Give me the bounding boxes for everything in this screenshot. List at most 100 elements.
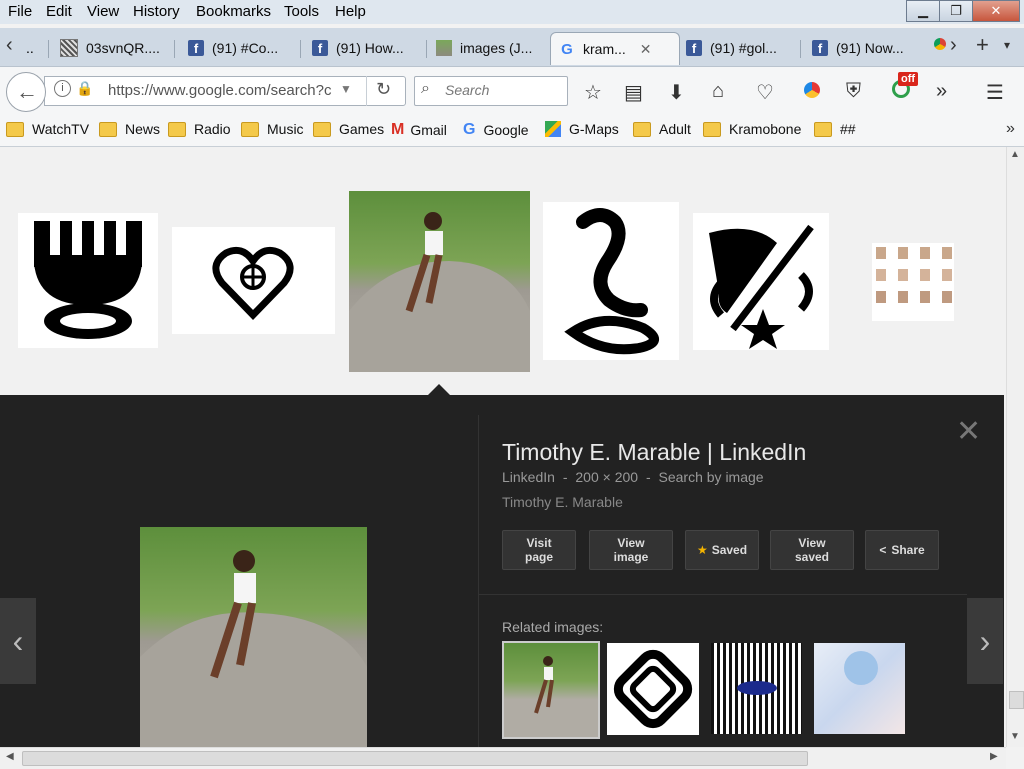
- related-image-4[interactable]: [814, 643, 905, 734]
- view-saved-button[interactable]: View saved: [770, 530, 854, 570]
- pocket-icon[interactable]: ♡: [756, 80, 774, 105]
- saved-button[interactable]: ★ Saved: [685, 530, 759, 570]
- bookmark-label: Adult: [659, 121, 691, 137]
- star-icon: ★: [696, 543, 708, 557]
- search-input[interactable]: ⌕ Search: [414, 76, 568, 106]
- tab-qr[interactable]: 03svnQR....: [60, 32, 170, 64]
- bookmark-gmaps[interactable]: G-Maps: [545, 121, 619, 137]
- scroll-left-icon[interactable]: ◀: [6, 751, 14, 762]
- view-image-button[interactable]: View image: [589, 530, 673, 570]
- bookmark-watchtv[interactable]: WatchTV: [6, 121, 89, 137]
- tab-facebook-1[interactable]: f (91) #Co...: [188, 32, 298, 64]
- person-on-rock-photo: [140, 550, 367, 747]
- bookmark-games[interactable]: Games: [313, 121, 384, 137]
- meta-sep: -: [562, 469, 568, 485]
- bookmark-label: Google: [483, 122, 529, 138]
- bookmark-radio[interactable]: Radio: [168, 121, 231, 137]
- detail-title[interactable]: Timothy E. Marable | LinkedIn: [502, 439, 806, 466]
- visit-page-button[interactable]: Visit page: [502, 530, 576, 570]
- info-icon[interactable]: i: [54, 80, 71, 97]
- bookmark-star-icon[interactable]: ☆: [584, 80, 602, 105]
- share-button[interactable]: < Share: [865, 530, 939, 570]
- scroll-right-icon[interactable]: ▶: [990, 751, 998, 762]
- bookmark-music[interactable]: Music: [241, 121, 304, 137]
- person-on-rock-photo: [534, 656, 554, 714]
- tab-facebook-3[interactable]: f (91) #gol...: [686, 32, 798, 64]
- lock-warning-icon[interactable]: 🔒: [76, 80, 93, 97]
- bookmark-label: Music: [267, 121, 304, 137]
- result-thumbnail-selected-photo[interactable]: [349, 191, 530, 372]
- related-image-3[interactable]: [711, 643, 802, 734]
- tab-images[interactable]: images (J...: [436, 32, 548, 64]
- preview-image[interactable]: [140, 527, 367, 747]
- minimize-icon[interactable]: ▁: [906, 0, 940, 22]
- menu-bookmarks[interactable]: Bookmarks: [196, 3, 271, 20]
- bookmark-news[interactable]: News: [99, 121, 160, 137]
- result-thumbnail-snake-symbol[interactable]: [543, 202, 679, 360]
- result-thumbnail-heart-symbol[interactable]: [172, 227, 335, 334]
- detail-source[interactable]: LinkedIn: [502, 469, 555, 485]
- bookmark-adult[interactable]: Adult: [633, 121, 691, 137]
- tab-list-icon[interactable]: ▾: [1004, 38, 1010, 52]
- menu-view[interactable]: View: [87, 3, 119, 20]
- result-thumbnail-grid[interactable]: [872, 243, 954, 321]
- vertical-scrollbar[interactable]: ▲ ▼: [1006, 147, 1024, 747]
- search-by-image-link[interactable]: Search by image: [659, 469, 764, 485]
- scroll-up-icon[interactable]: ▲: [1010, 149, 1020, 160]
- reload-icon[interactable]: ↻: [376, 79, 391, 100]
- bookmarks-overflow-icon[interactable]: »: [1006, 120, 1015, 138]
- menu-file[interactable]: File: [8, 3, 32, 20]
- button-label: Share: [891, 543, 925, 557]
- overflow-icon[interactable]: »: [936, 80, 947, 103]
- related-image-1[interactable]: [502, 641, 600, 739]
- maximize-icon[interactable]: ❐: [939, 0, 973, 22]
- close-panel-icon[interactable]: ✕: [956, 414, 981, 449]
- tab-scroll-left-icon[interactable]: ‹: [6, 34, 13, 57]
- related-image-2[interactable]: [607, 643, 699, 735]
- close-tab-icon[interactable]: ✕: [640, 41, 652, 58]
- image-favicon-icon: [436, 40, 452, 56]
- tab-facebook-4[interactable]: f (91) Now...: [812, 32, 924, 64]
- horizontal-scroll-thumb[interactable]: [22, 751, 808, 766]
- qr-favicon-icon: [60, 39, 78, 57]
- url-text[interactable]: https://www.google.com/search?c: [108, 82, 331, 99]
- bookmark-label: G-Maps: [569, 121, 619, 137]
- vertical-scroll-thumb[interactable]: [1009, 691, 1024, 709]
- snake-symbol-icon: [564, 208, 659, 355]
- tab-google-active[interactable]: G kram... ✕: [550, 32, 680, 65]
- previous-image-button[interactable]: ‹: [0, 598, 36, 684]
- back-button[interactable]: ←: [6, 72, 46, 112]
- result-thumbnail-comb-symbol[interactable]: [18, 213, 158, 348]
- tab-label: kram...: [583, 41, 626, 57]
- menu-help[interactable]: Help: [335, 3, 366, 20]
- scroll-down-icon[interactable]: ▼: [1010, 731, 1020, 742]
- menu-edit[interactable]: Edit: [46, 3, 72, 20]
- result-thumbnail-sword-symbol[interactable]: [693, 213, 829, 350]
- menu-history[interactable]: History: [133, 3, 180, 20]
- next-image-button[interactable]: ›: [967, 598, 1003, 684]
- close-window-icon[interactable]: ✕: [972, 0, 1020, 22]
- folder-icon: [313, 121, 331, 137]
- home-icon[interactable]: ⌂: [712, 80, 724, 103]
- bookmarks-menu-icon[interactable]: ▤: [624, 80, 643, 105]
- bookmark-kramobone[interactable]: Kramobone: [703, 121, 801, 137]
- button-label: Saved: [711, 543, 748, 557]
- menu-tools[interactable]: Tools: [284, 3, 319, 20]
- folder-icon: [168, 121, 186, 137]
- folder-icon: [814, 121, 832, 137]
- tab-scroll-right-icon[interactable]: ›: [950, 34, 957, 57]
- button-label: View saved: [794, 536, 830, 564]
- url-dropdown-icon[interactable]: ▼: [340, 82, 352, 96]
- bookmark-gmail[interactable]: M Gmail: [391, 121, 447, 139]
- bookmark-hash[interactable]: ##: [814, 121, 856, 137]
- extension-icon[interactable]: [804, 82, 820, 98]
- bookmark-google[interactable]: G Google: [463, 121, 529, 139]
- facebook-icon: f: [686, 40, 702, 56]
- new-tab-icon[interactable]: +: [976, 32, 989, 58]
- tab-facebook-2[interactable]: f (91) How...: [312, 32, 424, 64]
- shield-extension-icon[interactable]: ⛨: [846, 80, 861, 103]
- bookmark-label: Gmail: [410, 122, 447, 138]
- hamburger-menu-icon[interactable]: ☰: [986, 80, 1004, 105]
- bookmark-label: News: [125, 121, 161, 137]
- downloads-icon[interactable]: ⬇: [668, 80, 685, 105]
